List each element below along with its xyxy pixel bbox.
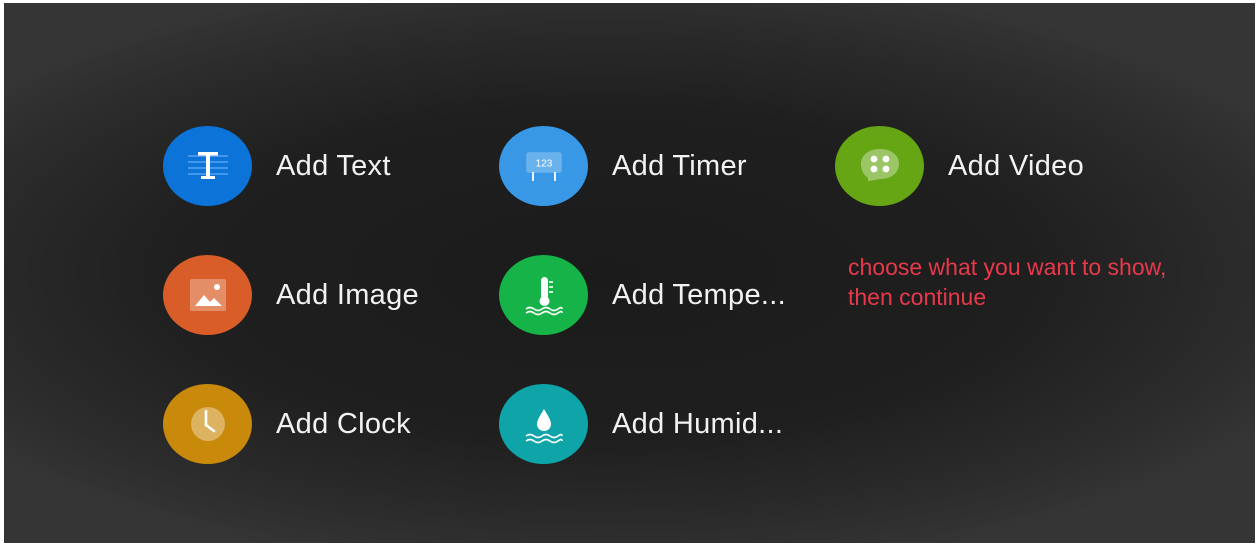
add-timer-button[interactable]: 123 Add Timer <box>499 125 747 207</box>
add-humidity-label: Add Humid... <box>612 407 784 440</box>
add-video-button[interactable]: Add Video <box>835 125 1084 207</box>
add-content-menu: Add Text 123 Add Timer Add Video Add Ima… <box>4 3 1255 543</box>
text-icon <box>163 126 252 206</box>
add-text-button[interactable]: Add Text <box>163 125 391 207</box>
add-text-label: Add Text <box>276 149 391 182</box>
add-temperature-label: Add Tempe... <box>612 278 786 311</box>
add-clock-button[interactable]: Add Clock <box>163 383 411 465</box>
thermometer-icon <box>499 255 588 335</box>
timer-icon: 123 <box>499 126 588 206</box>
image-icon <box>163 255 252 335</box>
add-temperature-button[interactable]: Add Tempe... <box>499 254 786 336</box>
add-image-label: Add Image <box>276 278 419 311</box>
timer-icon-digits: 123 <box>535 159 552 170</box>
clock-icon <box>163 384 252 464</box>
add-clock-label: Add Clock <box>276 407 411 440</box>
video-icon <box>835 126 924 206</box>
instruction-hint: choose what you want to show, then conti… <box>848 254 1167 310</box>
add-image-button[interactable]: Add Image <box>163 254 419 336</box>
add-humidity-button[interactable]: Add Humid... <box>499 383 783 465</box>
add-timer-label: Add Timer <box>612 149 747 182</box>
add-video-label: Add Video <box>948 149 1085 182</box>
humidity-icon <box>499 384 588 464</box>
